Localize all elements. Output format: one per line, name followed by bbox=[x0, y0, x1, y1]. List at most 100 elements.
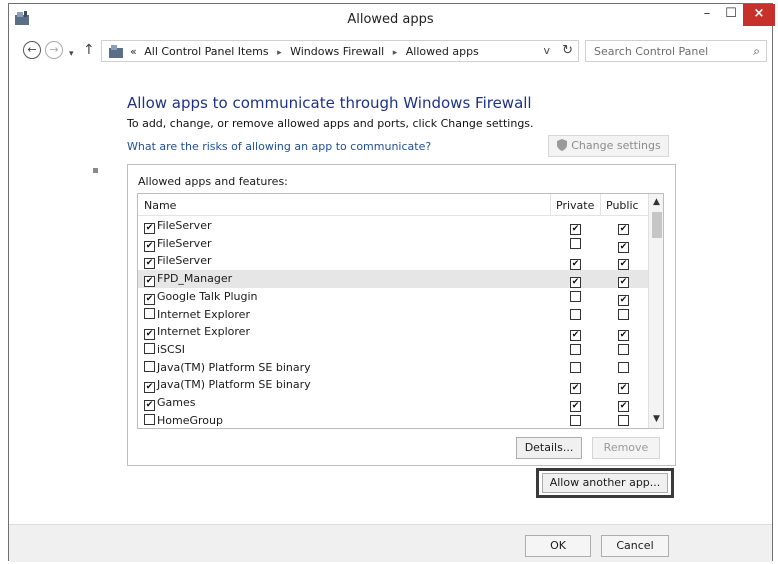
private-checkbox[interactable]: ✔ bbox=[570, 401, 581, 412]
app-name[interactable]: ✔ FileServer bbox=[144, 219, 211, 234]
maximize-button[interactable]: ☐ bbox=[717, 4, 745, 26]
private-checkbox-cell bbox=[570, 361, 581, 375]
enabled-checkbox[interactable] bbox=[144, 342, 155, 354]
public-checkbox-cell bbox=[618, 361, 629, 375]
enabled-checkbox[interactable]: ✔ bbox=[144, 240, 155, 252]
private-checkbox[interactable] bbox=[570, 414, 581, 426]
private-checkbox[interactable] bbox=[570, 308, 581, 320]
app-name[interactable]: ✔ FileServer bbox=[144, 237, 211, 252]
list-item[interactable]: ✔ Google Talk Plugin ✔ bbox=[138, 288, 648, 306]
enabled-checkbox[interactable]: ✔ bbox=[144, 382, 155, 394]
cancel-button[interactable]: Cancel bbox=[601, 535, 669, 557]
page-title: Allow apps to communicate through Window… bbox=[127, 94, 532, 112]
enabled-checkbox[interactable]: ✔ bbox=[144, 276, 155, 288]
list-item[interactable]: ✔ Games ✔ ✔ bbox=[138, 394, 648, 412]
column-header-name[interactable]: Name bbox=[144, 199, 176, 212]
address-prefix[interactable]: « bbox=[130, 45, 137, 58]
public-checkbox[interactable]: ✔ bbox=[618, 259, 629, 271]
app-name[interactable]: ✔ Java(TM) Platform SE binary bbox=[144, 378, 311, 394]
list-item[interactable]: ✔ Internet Explorer ✔ ✔ bbox=[138, 323, 648, 342]
chevron-right-icon[interactable]: ▸ bbox=[388, 48, 403, 58]
private-checkbox[interactable]: ✔ bbox=[570, 330, 581, 342]
list-item[interactable]: Internet Explorer bbox=[138, 306, 648, 324]
enabled-checkbox[interactable] bbox=[144, 360, 155, 372]
public-checkbox[interactable] bbox=[618, 361, 629, 373]
list-item[interactable]: HomeGroup bbox=[138, 412, 648, 428]
app-name[interactable]: iSCSI bbox=[144, 342, 185, 356]
enabled-checkbox[interactable] bbox=[144, 307, 155, 319]
search-input[interactable]: Search Control Panel ⌕ bbox=[585, 40, 767, 62]
public-checkbox[interactable] bbox=[618, 343, 629, 355]
list-item[interactable]: ✔ FPD_Manager ✔ ✔ bbox=[138, 270, 648, 289]
public-checkbox[interactable]: ✔ bbox=[618, 224, 629, 235]
app-name[interactable]: ✔ FileServer bbox=[144, 254, 211, 270]
risks-link[interactable]: What are the risks of allowing an app to… bbox=[127, 140, 431, 153]
public-checkbox[interactable] bbox=[618, 414, 629, 426]
public-checkbox[interactable]: ✔ bbox=[618, 294, 629, 306]
public-checkbox[interactable] bbox=[618, 308, 629, 320]
details-button[interactable]: Details... bbox=[516, 437, 582, 459]
app-name[interactable]: Internet Explorer bbox=[144, 307, 250, 321]
private-checkbox[interactable] bbox=[570, 290, 581, 302]
list-item[interactable]: Java(TM) Platform SE binary bbox=[138, 359, 648, 377]
shield-icon bbox=[557, 139, 568, 151]
list-item[interactable]: ✔ Java(TM) Platform SE binary ✔ ✔ bbox=[138, 376, 648, 395]
vertical-scrollbar[interactable]: ▲ ▼ bbox=[648, 194, 663, 428]
enabled-checkbox[interactable]: ✔ bbox=[144, 223, 155, 234]
private-checkbox[interactable] bbox=[570, 237, 581, 249]
breadcrumb-item-allowed-apps[interactable]: Allowed apps bbox=[406, 45, 479, 58]
app-name[interactable]: Java(TM) Platform SE binary bbox=[144, 360, 311, 374]
search-icon[interactable]: ⌕ bbox=[753, 44, 760, 59]
refresh-icon[interactable]: ↻ bbox=[562, 43, 573, 58]
public-checkbox[interactable]: ✔ bbox=[618, 241, 629, 253]
enabled-checkbox[interactable]: ✔ bbox=[144, 293, 155, 305]
private-checkbox[interactable] bbox=[570, 343, 581, 355]
list-item[interactable]: iSCSI bbox=[138, 341, 648, 359]
forward-button[interactable]: → bbox=[45, 41, 63, 59]
up-button[interactable]: ↑ bbox=[83, 41, 95, 59]
remove-button[interactable]: Remove bbox=[592, 437, 660, 459]
scroll-down-arrow-icon[interactable]: ▼ bbox=[653, 414, 660, 424]
breadcrumb-item-control-panel[interactable]: All Control Panel Items bbox=[144, 45, 268, 58]
private-checkbox-cell: ✔ bbox=[570, 273, 581, 289]
public-checkbox[interactable]: ✔ bbox=[618, 383, 629, 395]
column-header-public[interactable]: Public bbox=[606, 199, 639, 212]
app-name[interactable]: ✔ Games bbox=[144, 396, 195, 411]
allow-another-app-button[interactable]: Allow another app... bbox=[542, 473, 668, 493]
list-item[interactable]: ✔ FileServer ✔ bbox=[138, 235, 648, 253]
app-name[interactable]: HomeGroup bbox=[144, 413, 223, 427]
column-header-private[interactable]: Private bbox=[556, 199, 594, 212]
breadcrumb-item-windows-firewall[interactable]: Windows Firewall bbox=[290, 45, 384, 58]
allowed-apps-list[interactable]: Name Private Public ✔ FileServer ✔ ✔ ✔ FileSe… bbox=[137, 193, 664, 429]
list-item[interactable]: ✔ FileServer ✔ ✔ bbox=[138, 252, 648, 271]
dialog-footer: OK Cancel bbox=[9, 524, 772, 562]
private-checkbox[interactable]: ✔ bbox=[570, 224, 581, 235]
private-checkbox[interactable] bbox=[570, 361, 581, 373]
chevron-down-icon[interactable]: v bbox=[543, 44, 550, 57]
public-checkbox[interactable]: ✔ bbox=[618, 277, 629, 289]
change-settings-button[interactable]: Change settings bbox=[548, 135, 669, 157]
recent-locations-dropdown[interactable]: ▾ bbox=[69, 45, 74, 63]
app-name-label: Games bbox=[157, 396, 196, 409]
enabled-checkbox[interactable] bbox=[144, 413, 155, 425]
private-checkbox[interactable]: ✔ bbox=[570, 259, 581, 271]
back-button[interactable]: ← bbox=[23, 41, 41, 59]
public-checkbox[interactable]: ✔ bbox=[618, 330, 629, 342]
scroll-up-arrow-icon[interactable]: ▲ bbox=[653, 197, 660, 207]
enabled-checkbox[interactable]: ✔ bbox=[144, 400, 155, 411]
scroll-thumb[interactable] bbox=[652, 212, 662, 238]
private-checkbox[interactable]: ✔ bbox=[570, 277, 581, 289]
private-checkbox[interactable]: ✔ bbox=[570, 383, 581, 395]
public-checkbox[interactable]: ✔ bbox=[618, 401, 629, 412]
ok-button[interactable]: OK bbox=[525, 535, 591, 557]
app-name[interactable]: ✔ Internet Explorer bbox=[144, 325, 250, 341]
enabled-checkbox[interactable]: ✔ bbox=[144, 258, 155, 270]
close-button[interactable]: × bbox=[743, 4, 775, 26]
app-name[interactable]: ✔ Google Talk Plugin bbox=[144, 290, 258, 305]
list-item[interactable]: ✔ FileServer ✔ ✔ bbox=[138, 217, 648, 235]
chevron-right-icon[interactable]: ▸ bbox=[272, 48, 287, 58]
private-checkbox-cell bbox=[570, 343, 581, 357]
address-bar[interactable]: « All Control Panel Items ▸ Windows Fire… bbox=[101, 40, 579, 62]
app-name[interactable]: ✔ FPD_Manager bbox=[144, 272, 232, 288]
enabled-checkbox[interactable]: ✔ bbox=[144, 329, 155, 341]
